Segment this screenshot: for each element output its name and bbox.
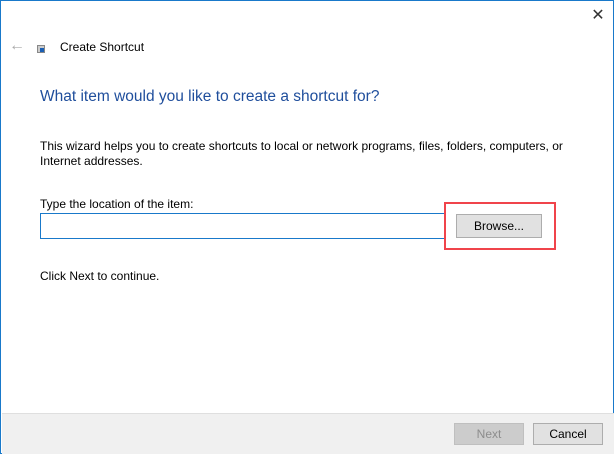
shortcut-app-icon xyxy=(37,45,45,53)
window-title: Create Shortcut xyxy=(60,40,145,54)
back-arrow-icon[interactable]: ← xyxy=(9,37,25,55)
page-heading: What item would you like to create a sho… xyxy=(40,88,380,105)
next-button[interactable]: Next xyxy=(454,423,524,445)
create-shortcut-window: ✕ ← Create Shortcut What item would you … xyxy=(0,0,614,454)
cancel-button[interactable]: Cancel xyxy=(533,423,603,445)
location-label: Type the location of the item: xyxy=(40,197,194,211)
browse-button[interactable]: Browse... xyxy=(456,214,542,238)
continue-hint: Click Next to continue. xyxy=(40,269,160,283)
wizard-description: This wizard helps you to create shortcut… xyxy=(40,139,563,168)
location-input[interactable] xyxy=(40,213,446,239)
close-icon[interactable]: ✕ xyxy=(586,5,610,27)
